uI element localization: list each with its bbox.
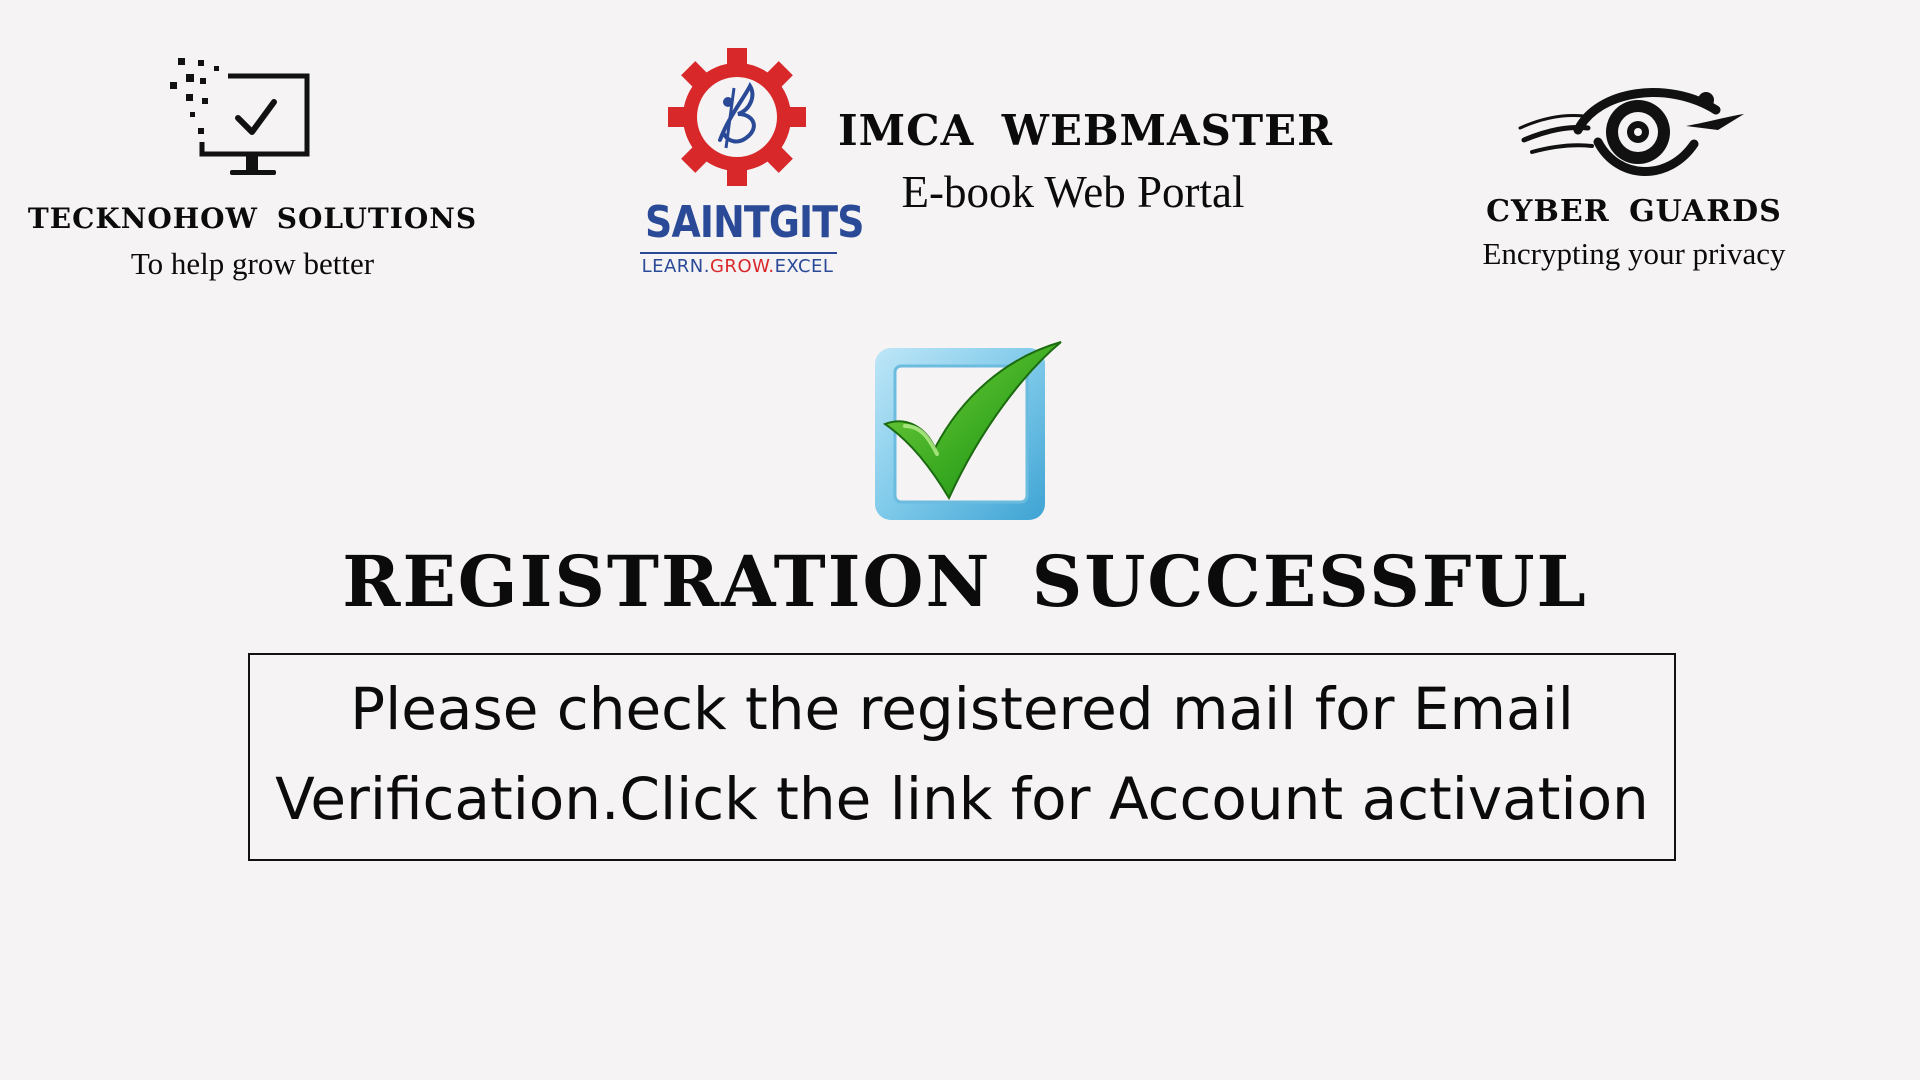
saintgits-name: SAINTGITS (645, 197, 864, 248)
saintgits-tagline-excel: EXCEL (774, 256, 834, 277)
saintgits-tagline-learn: LEARN. (641, 256, 710, 277)
message-line-2: Verification.Click the link for Account … (275, 765, 1649, 833)
success-checkmark-icon (865, 338, 1065, 528)
tecknohow-title: TECKNOHOW SOLUTIONS (27, 202, 478, 235)
tecknohow-tagline: To help grow better (130, 246, 375, 281)
monitor-check-icon (140, 56, 320, 191)
message-line-1: Please check the registered mail for Ema… (350, 675, 1574, 743)
portal-title: IMCA WEBMASTER (838, 106, 1334, 155)
cyber-eye-icon (1518, 70, 1748, 185)
saintgits-tagline-grow: GROW. (709, 256, 775, 277)
portal-subtitle: E-book Web Portal (901, 167, 1245, 217)
saintgits-divider (640, 252, 837, 254)
saintgits-gear-icon (668, 48, 806, 186)
saintgits-tagline: LEARN.GROW.EXCEL (630, 256, 845, 277)
registration-success-heading: REGISTRATION SUCCESSFUL (342, 540, 1588, 623)
cyber-guards-tagline: Encrypting your privacy (1482, 236, 1786, 271)
cyber-guards-title: CYBER GUARDS (1486, 194, 1782, 229)
